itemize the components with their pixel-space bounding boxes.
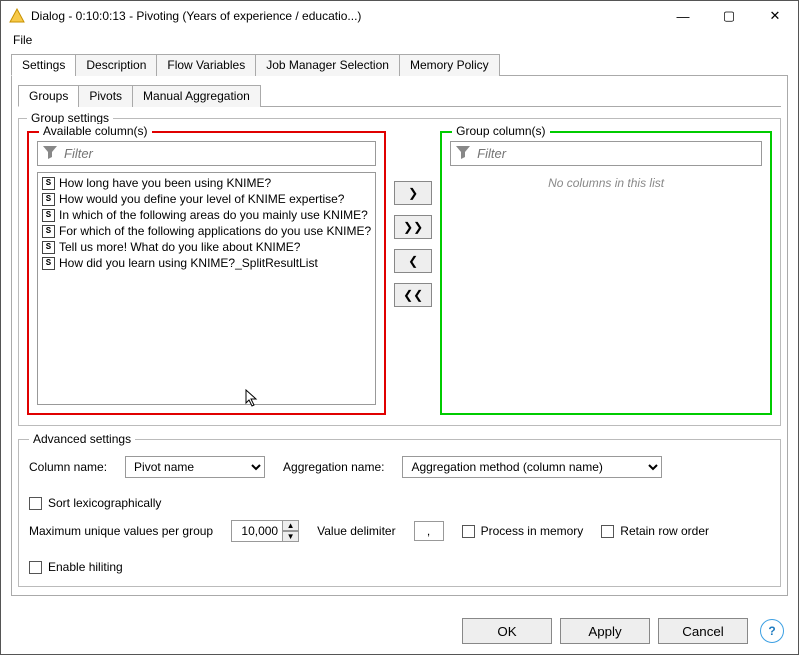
- string-type-icon: S: [42, 209, 55, 222]
- list-item[interactable]: S How long have you been using KNIME?: [40, 175, 373, 191]
- list-item[interactable]: S For which of the following applications…: [40, 223, 373, 239]
- list-item[interactable]: S How did you learn using KNIME?_SplitRes…: [40, 255, 373, 271]
- checkbox-box: [462, 525, 475, 538]
- max-unique-input[interactable]: [231, 520, 283, 542]
- tab-groups[interactable]: Groups: [18, 85, 79, 107]
- dialog-buttons: OK Apply Cancel ?: [1, 606, 798, 654]
- filter-icon: [42, 144, 62, 163]
- list-item-label: Tell us more! What do you like about KNI…: [59, 240, 300, 254]
- group-filter-input[interactable]: [475, 145, 757, 162]
- group-columns-panel: Group column(s) No columns in this list: [440, 131, 772, 415]
- titlebar: Dialog - 0:10:0:13 - Pivoting (Years of …: [1, 1, 798, 31]
- aggregation-name-label: Aggregation name:: [283, 460, 384, 474]
- retain-order-label: Retain row order: [620, 524, 709, 538]
- group-filter[interactable]: [450, 141, 762, 166]
- tab-flow-variables[interactable]: Flow Variables: [156, 54, 256, 76]
- move-left-button[interactable]: ❮: [394, 249, 432, 273]
- apply-button[interactable]: Apply: [560, 618, 650, 644]
- string-type-icon: S: [42, 193, 55, 206]
- list-item-label: For which of the following applications …: [59, 224, 371, 238]
- aggregation-name-select[interactable]: Aggregation method (column name): [402, 456, 662, 478]
- available-columns-list[interactable]: S How long have you been using KNIME? S How…: [37, 172, 376, 405]
- tab-memory-policy[interactable]: Memory Policy: [399, 54, 500, 76]
- column-name-select[interactable]: Pivot name: [125, 456, 265, 478]
- available-filter[interactable]: [37, 141, 376, 166]
- ok-button[interactable]: OK: [462, 618, 552, 644]
- content-area: Settings Description Flow Variables Job …: [1, 51, 798, 606]
- window-controls: — ▢ ✕: [660, 1, 798, 31]
- enable-hiliting-checkbox[interactable]: Enable hiliting: [29, 560, 123, 574]
- group-columns-label: Group column(s): [452, 124, 549, 138]
- checkbox-box: [29, 497, 42, 510]
- tab-description[interactable]: Description: [75, 54, 157, 76]
- help-button[interactable]: ?: [760, 619, 784, 643]
- value-delim-label: Value delimiter: [317, 524, 395, 538]
- outer-tabs: Settings Description Flow Variables Job …: [11, 53, 788, 76]
- minimize-button[interactable]: —: [660, 1, 706, 31]
- transfer-buttons: ❯ ❯❯ ❮ ❮❮: [394, 131, 432, 415]
- spinner-up[interactable]: ▲: [283, 520, 299, 531]
- settings-body: Groups Pivots Manual Aggregation Group s…: [11, 76, 788, 596]
- string-type-icon: S: [42, 241, 55, 254]
- checkbox-box: [601, 525, 614, 538]
- string-type-icon: S: [42, 257, 55, 270]
- tab-job-manager[interactable]: Job Manager Selection: [255, 54, 400, 76]
- window-title: Dialog - 0:10:0:13 - Pivoting (Years of …: [31, 9, 660, 23]
- enable-hiliting-label: Enable hiliting: [48, 560, 123, 574]
- group-settings-legend: Group settings: [27, 111, 113, 125]
- group-empty-text: No columns in this list: [450, 166, 762, 200]
- app-icon: [9, 8, 25, 24]
- sort-lex-checkbox[interactable]: Sort lexicographically: [29, 496, 161, 510]
- dialog-window: Dialog - 0:10:0:13 - Pivoting (Years of …: [0, 0, 799, 655]
- available-columns-panel: Available column(s) SHow long have you b…: [27, 131, 386, 415]
- available-filter-input[interactable]: [62, 145, 371, 162]
- list-item[interactable]: S In which of the following areas do you …: [40, 207, 373, 223]
- max-unique-label: Maximum unique values per group: [29, 524, 213, 538]
- menu-file[interactable]: File: [9, 31, 36, 49]
- spinner-down[interactable]: ▼: [283, 531, 299, 542]
- menubar: File: [1, 31, 798, 51]
- tab-settings[interactable]: Settings: [11, 54, 76, 76]
- inner-tabs: Groups Pivots Manual Aggregation: [18, 84, 781, 107]
- string-type-icon: S: [42, 225, 55, 238]
- checkbox-box: [29, 561, 42, 574]
- sort-lex-label: Sort lexicographically: [48, 496, 161, 510]
- list-item[interactable]: S Tell us more! What do you like about KN…: [40, 239, 373, 255]
- list-item-label: How did you learn using KNIME?_SplitResu…: [59, 256, 318, 270]
- list-item-label: In which of the following areas do you m…: [59, 208, 368, 222]
- list-item-label: How long have you been using KNIME?: [59, 176, 271, 190]
- advanced-settings-fieldset: Advanced settings Column name: Pivot nam…: [18, 432, 781, 587]
- process-memory-label: Process in memory: [481, 524, 584, 538]
- move-right-all-button[interactable]: ❯❯: [394, 215, 432, 239]
- tab-pivots[interactable]: Pivots: [78, 85, 133, 107]
- list-item[interactable]: S How would you define your level of KNIM…: [40, 191, 373, 207]
- list-item-label: How would you define your level of KNIME…: [59, 192, 344, 206]
- column-name-label: Column name:: [29, 460, 107, 474]
- value-delim-input[interactable]: [414, 521, 444, 541]
- tab-manual-aggregation[interactable]: Manual Aggregation: [132, 85, 261, 107]
- maximize-button[interactable]: ▢: [706, 1, 752, 31]
- retain-order-checkbox[interactable]: Retain row order: [601, 524, 709, 538]
- group-settings-fieldset: Group settings Available column(s) SHow …: [18, 111, 781, 426]
- process-memory-checkbox[interactable]: Process in memory: [462, 524, 584, 538]
- move-left-all-button[interactable]: ❮❮: [394, 283, 432, 307]
- string-type-icon: S: [42, 177, 55, 190]
- cancel-button[interactable]: Cancel: [658, 618, 748, 644]
- filter-icon: [455, 144, 475, 163]
- advanced-settings-legend: Advanced settings: [29, 432, 135, 446]
- max-unique-spinner[interactable]: ▲ ▼: [231, 520, 299, 542]
- close-button[interactable]: ✕: [752, 1, 798, 31]
- move-right-button[interactable]: ❯: [394, 181, 432, 205]
- available-columns-label: Available column(s): [39, 124, 152, 138]
